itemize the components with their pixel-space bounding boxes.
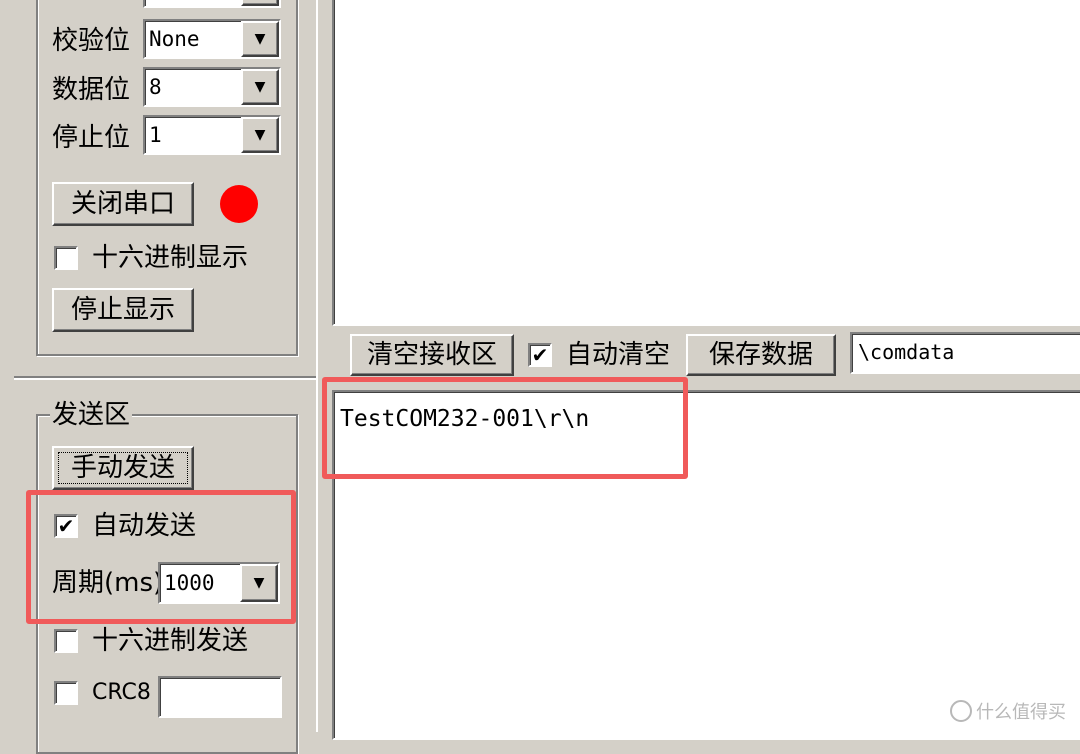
crc-input[interactable]: [158, 676, 282, 718]
panel-divider: [14, 376, 316, 378]
databits-label: 数据位: [52, 75, 131, 105]
databits-value: 8: [149, 75, 162, 99]
close-port-button[interactable]: 关闭串口: [52, 182, 194, 226]
send-group-title: 发送区: [50, 400, 133, 430]
auto-clear-label: 自动清空: [566, 340, 671, 370]
chevron-down-icon[interactable]: ▼: [241, 0, 279, 6]
hex-send-checkbox[interactable]: [54, 629, 78, 653]
chevron-down-icon[interactable]: ▼: [241, 117, 279, 153]
stopbits-label: 停止位: [52, 123, 131, 153]
clear-receive-button[interactable]: 清空接收区: [350, 334, 514, 376]
hex-display-label: 十六进制显示: [92, 243, 249, 273]
stop-display-button[interactable]: 停止显示: [52, 288, 194, 332]
crc-label: CRC8: [92, 680, 151, 705]
watermark: 什么值得买: [950, 698, 1066, 724]
highlight-auto-send: [26, 490, 296, 624]
parity-value: None: [149, 27, 200, 51]
chevron-down-icon[interactable]: ▼: [241, 69, 279, 105]
save-path-value: \comdata: [858, 340, 955, 364]
manual-send-button[interactable]: 手动发送: [52, 446, 194, 490]
watermark-logo-icon: [950, 700, 972, 722]
hex-display-checkbox[interactable]: [54, 246, 78, 270]
save-data-button[interactable]: 保存数据: [686, 334, 836, 376]
watermark-text: 什么值得买: [976, 702, 1066, 723]
stopbits-value: 1: [149, 123, 162, 147]
parity-label: 校验位: [52, 26, 131, 56]
port-status-indicator: [220, 185, 258, 223]
databits-select[interactable]: 8 ▼: [143, 67, 281, 107]
highlight-send-text: [322, 377, 688, 479]
left-panel-edge: [316, 0, 318, 732]
auto-clear-checkbox[interactable]: ✔: [528, 343, 552, 367]
save-path-field[interactable]: \comdata: [850, 332, 1080, 374]
baudrate-select[interactable]: ▼: [143, 0, 281, 8]
receive-area[interactable]: [332, 0, 1080, 326]
parity-select[interactable]: None ▼: [143, 19, 281, 59]
hex-send-label: 十六进制发送: [92, 626, 249, 656]
stopbits-select[interactable]: 1 ▼: [143, 115, 281, 155]
chevron-down-icon[interactable]: ▼: [241, 21, 279, 57]
checkmark-icon: ✔: [531, 343, 549, 367]
crc-checkbox[interactable]: [54, 681, 78, 705]
